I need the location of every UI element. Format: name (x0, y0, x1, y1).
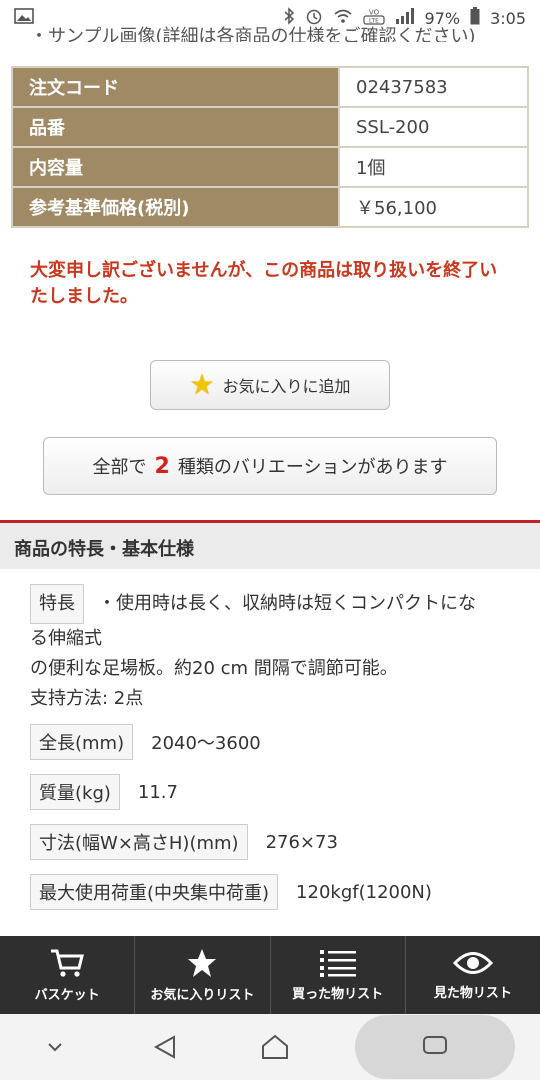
feature-tag: 特長 (30, 584, 84, 624)
spec-value: 276×73 (265, 831, 338, 853)
discontinued-notice: 大変申し訳ございませんが、この商品は取り扱いを終了いたしました。 (30, 260, 498, 307)
back-icon[interactable] (135, 1027, 195, 1067)
feature-line: る伸縮式 (30, 628, 102, 649)
table-row: 注文コード 02437583 (11, 66, 529, 108)
add-to-favorites-button[interactable]: ★ お気に入りに追加 (150, 360, 390, 410)
spec-label: 寸法(幅W×高さH)(mm) (30, 824, 248, 860)
nav-favorites[interactable]: お気に入りリスト (135, 936, 271, 1014)
part-number-label: 品番 (11, 106, 340, 148)
nav-purchased-label: 買った物リスト (292, 986, 384, 1002)
spec-row: 最大使用荷重(中央集中荷重) 120kgf(1200N) (30, 874, 432, 910)
variations-button[interactable]: 全部で 2 種類のバリエーションがあります (43, 437, 497, 495)
system-nav-bar (0, 1014, 540, 1080)
svg-text:VO: VO (368, 9, 379, 17)
feature-description: 特長 ・使用時は長く、収納時は短くコンパクトにな る伸縮式 の便利な足場板。約20… (30, 584, 510, 714)
recent-apps-button[interactable] (355, 1015, 515, 1079)
variations-prefix: 全部で (92, 457, 147, 478)
variations-suffix: 種類のバリエーションがあります (177, 457, 448, 478)
variations-count: 2 (154, 453, 170, 479)
spec-row: 全長(mm) 2040〜3600 (30, 724, 261, 760)
bottom-nav: バスケット お気に入りリスト 買った物リスト 見た物リスト (0, 936, 540, 1014)
clock: 3:05 (490, 8, 526, 28)
cart-icon (49, 948, 85, 978)
part-number-value: SSL-200 (338, 106, 529, 148)
quantity-value: 1個 (338, 146, 529, 188)
reference-price-label: 参考基準価格(税別) (11, 186, 340, 228)
spec-value: 120kgf(1200N) (296, 881, 432, 903)
add-to-favorites-label: お気に入りに追加 (222, 377, 351, 396)
home-icon[interactable] (245, 1027, 305, 1067)
spec-value: 11.7 (137, 781, 178, 803)
nav-basket[interactable]: バスケット (0, 936, 136, 1014)
chevron-down-icon[interactable] (25, 1027, 85, 1067)
table-row: 内容量 1個 (11, 146, 529, 188)
feature-line: 支持方法: 2点 (30, 688, 144, 709)
image-caption-partial: ・サンプル画像(詳細は各商品の仕様をご確認ください) (30, 26, 476, 42)
quantity-label: 内容量 (11, 146, 340, 188)
nav-basket-label: バスケット (34, 987, 100, 1003)
list-icon (319, 949, 356, 977)
product-info-table: 注文コード 02437583 品番 SSL-200 内容量 1個 参考基準価格(… (11, 66, 529, 228)
spec-label: 全長(mm) (30, 724, 134, 760)
eye-icon (452, 950, 493, 976)
nav-purchased[interactable]: 買った物リスト (271, 936, 406, 1014)
table-row: 品番 SSL-200 (11, 106, 529, 148)
nav-favorites-label: お気に入りリスト (150, 987, 255, 1003)
table-row: 参考基準価格(税別) ￥56,100 (11, 186, 529, 228)
spec-value: 2040〜3600 (151, 733, 261, 754)
nav-viewed-label: 見た物リスト (433, 985, 512, 1001)
recent-apps-icon (421, 1034, 449, 1060)
star-icon: ★ (189, 368, 215, 401)
spec-row: 寸法(幅W×高さH)(mm) 276×73 (30, 824, 338, 860)
spec-label: 最大使用荷重(中央集中荷重) (30, 874, 279, 910)
section-title: 商品の特長・基本仕様 (0, 520, 540, 569)
nav-viewed[interactable]: 見た物リスト (406, 936, 540, 1014)
spec-row: 質量(kg) 11.7 (30, 774, 178, 810)
feature-line: ・使用時は長く、収納時は短くコンパクトにな (98, 593, 476, 614)
spec-label: 質量(kg) (30, 774, 120, 810)
order-code-label: 注文コード (11, 66, 340, 108)
star-icon (187, 948, 217, 978)
feature-line: の便利な足場板。約20 cm 間隔で調節可能。 (30, 658, 398, 679)
order-code-value: 02437583 (338, 66, 529, 108)
reference-price-value: ￥56,100 (338, 186, 529, 228)
